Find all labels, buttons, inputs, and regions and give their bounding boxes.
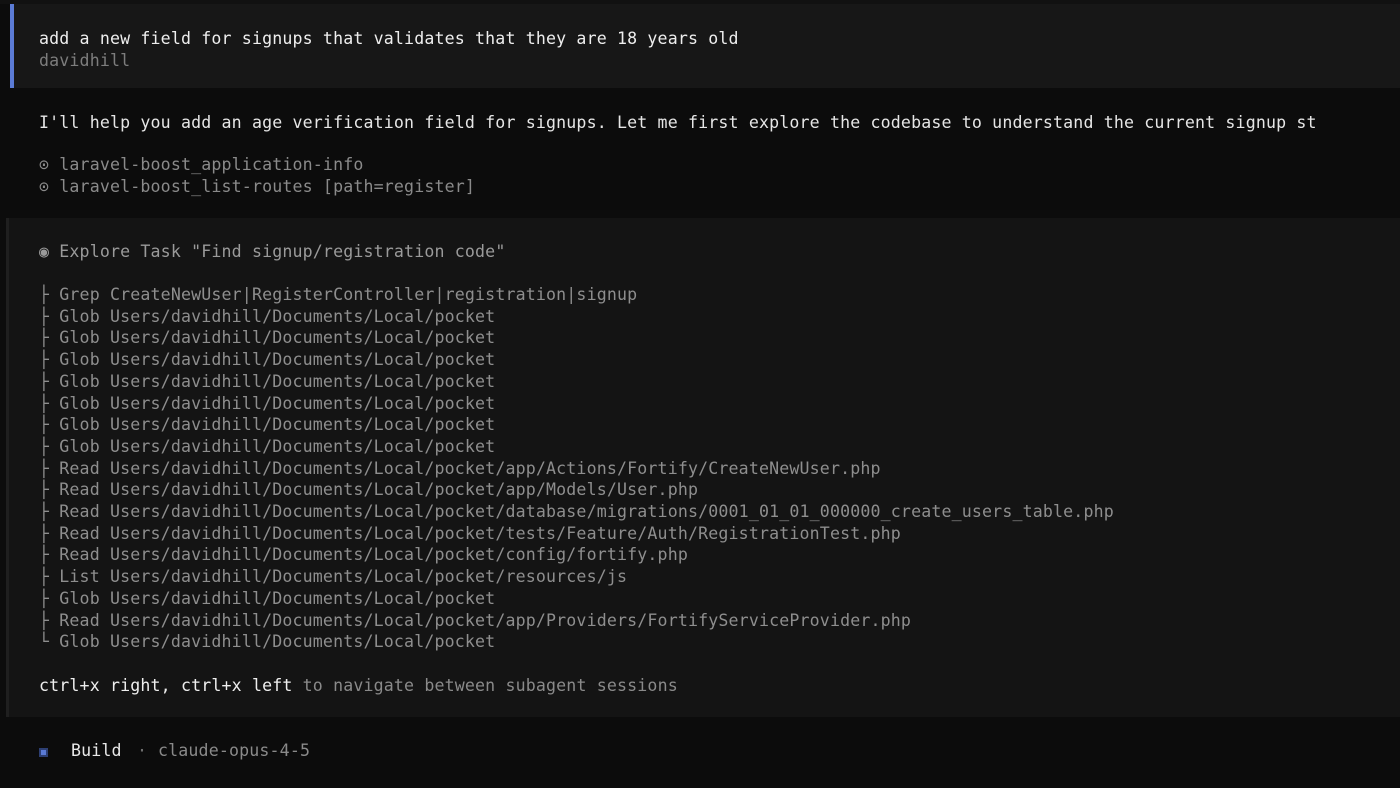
task-step: ├ Glob Users/davidhill/Documents/Local/p… [39,588,495,610]
tool-call-label: laravel-boost_list-routes [path=register… [59,177,476,196]
user-prompt: add a new field for signups that validat… [39,29,739,48]
task-header[interactable]: ◉ Explore Task "Find signup/registration… [39,241,505,263]
tree-branch: ├ [39,436,50,456]
task-step: ├ Glob Users/davidhill/Documents/Local/p… [39,306,495,328]
tree-branch: └ [39,632,50,652]
task-step: ├ Glob Users/davidhill/Documents/Local/p… [39,327,495,349]
subagent-navigation-hint: ctrl+x right, ctrl+x left to navigate be… [39,675,678,697]
tree-branch: ├ [39,567,50,587]
tool-status-icon: ⊙ [39,155,50,174]
task-step-text: Read Users/davidhill/Documents/Local/poc… [59,523,901,543]
build-mode-icon [39,748,48,757]
nav-shortcut-description: to navigate between subagent sessions [302,676,678,695]
task-step-text: Glob Users/davidhill/Documents/Local/poc… [59,588,496,608]
model-name[interactable]: claude-opus-4-5 [158,740,310,762]
task-step-text: Glob Users/davidhill/Documents/Local/poc… [59,350,496,370]
task-step-text: Glob Users/davidhill/Documents/Local/poc… [59,393,496,413]
task-step-text: List Users/davidhill/Documents/Local/poc… [59,567,628,587]
task-step: ├ Read Users/davidhill/Documents/Local/p… [39,544,688,566]
tree-branch: ├ [39,350,50,370]
tree-branch: ├ [39,588,50,608]
tree-branch: ├ [39,306,50,326]
task-step: ├ Glob Users/davidhill/Documents/Local/p… [39,436,495,458]
tree-branch: ├ [39,458,50,478]
status-separator: · [137,741,148,760]
task-step: ├ Read Users/davidhill/Documents/Local/p… [39,501,1114,523]
user-message: add a new field for signups that validat… [10,4,1400,88]
task-step: ├ Read Users/davidhill/Documents/Local/p… [39,458,881,480]
task-step: ├ Read Users/davidhill/Documents/Local/p… [39,523,901,545]
task-step-text: Read Users/davidhill/Documents/Local/poc… [59,480,699,500]
task-step-text: Glob Users/davidhill/Documents/Local/poc… [59,415,496,435]
task-step: ├ Glob Users/davidhill/Documents/Local/p… [39,414,495,436]
status-bar: Build · claude-opus-4-5 [0,717,1400,788]
task-step-text: Read Users/davidhill/Documents/Local/poc… [59,610,912,630]
tool-call-application-info[interactable]: ⊙ laravel-boost_application-info [39,154,364,176]
task-step-text: Glob Users/davidhill/Documents/Local/poc… [59,436,496,456]
task-step-text: Glob Users/davidhill/Documents/Local/poc… [59,306,496,326]
subagent-task-panel: ◉ Explore Task "Find signup/registration… [6,218,1400,717]
task-step-text: Grep CreateNewUser|RegisterController|re… [59,285,638,304]
assistant-message: I'll help you add an age verification fi… [0,88,1400,216]
task-step: ├ Read Users/davidhill/Documents/Local/p… [39,610,911,632]
tool-call-list-routes[interactable]: ⊙ laravel-boost_list-routes [path=regist… [39,176,475,198]
tool-call-label: laravel-boost_application-info [59,155,364,174]
tool-status-icon: ⊙ [39,177,50,196]
task-step-text: Read Users/davidhill/Documents/Local/poc… [59,502,1114,521]
task-step: ├ Glob Users/davidhill/Documents/Local/p… [39,349,495,371]
task-step: └ Glob Users/davidhill/Documents/Local/p… [39,631,495,653]
tree-branch: ├ [39,523,50,543]
tree-branch: ├ [39,545,50,565]
task-step-text: Read Users/davidhill/Documents/Local/poc… [59,458,881,478]
task-step: ├ Glob Users/davidhill/Documents/Local/p… [39,393,495,415]
task-step: ├ Read Users/davidhill/Documents/Local/p… [39,479,698,501]
tree-branch: ├ [39,415,50,435]
task-step-text: Read Users/davidhill/Documents/Local/poc… [59,545,688,565]
tree-branch: ├ [39,502,50,521]
agent-mode-label[interactable]: Build [71,740,122,762]
tree-branch: ├ [39,328,50,348]
tree-branch: ├ [39,393,50,413]
task-step: ├ Glob Users/davidhill/Documents/Local/p… [39,371,495,393]
task-step: ├ List Users/davidhill/Documents/Local/p… [39,566,627,588]
task-step-text: Glob Users/davidhill/Documents/Local/poc… [59,371,496,391]
nav-shortcut-keys: ctrl+x right, ctrl+x left [39,676,293,695]
task-title: Explore Task "Find signup/registration c… [59,242,506,261]
tree-branch: ├ [39,371,50,391]
task-step-text: Glob Users/davidhill/Documents/Local/poc… [59,328,496,348]
task-step-text: Glob Users/davidhill/Documents/Local/poc… [59,632,496,652]
tree-branch: ├ [39,610,50,630]
tree-branch: ├ [39,285,50,304]
task-status-icon: ◉ [39,242,50,261]
tree-branch: ├ [39,480,50,500]
assistant-reply: I'll help you add an age verification fi… [39,113,1317,132]
user-name: davidhill [39,51,131,70]
task-step: ├ Grep CreateNewUser|RegisterController|… [39,284,637,306]
